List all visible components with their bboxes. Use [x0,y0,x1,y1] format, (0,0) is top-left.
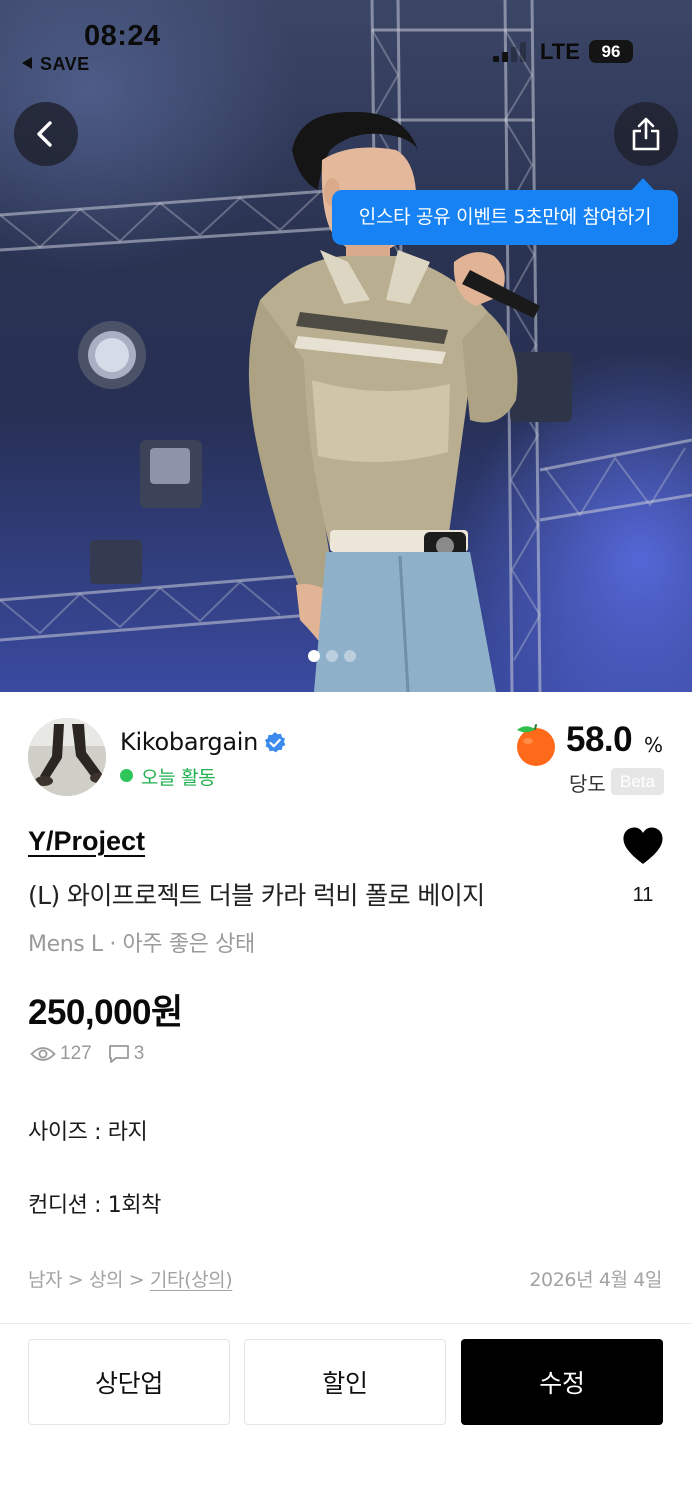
seller-name[interactable]: Kikobargain [120,728,258,756]
status-time: 08:24 [84,20,161,52]
pager-dot-active [308,650,320,662]
edit-button[interactable]: 수정 [461,1339,663,1425]
category-path: 남자 > 상의 > [28,1269,150,1291]
chat-count: 3 [133,1043,145,1064]
like-heart-icon[interactable] [621,826,665,866]
bump-to-top-button[interactable]: 상단업 [28,1339,230,1425]
back-triangle-icon [22,57,32,69]
category-breadcrumb: 남자 > 상의 > 기타(상의) [28,1265,233,1292]
activity-status-dot [120,769,133,782]
beta-badge: Beta [611,768,664,795]
sweetness-label: 당도 [569,772,606,796]
tangerine-icon [517,724,555,766]
pager-dot [326,650,338,662]
posted-date: 2026년 4월 4일 [529,1269,662,1291]
engagement-stats: 127 3 [30,1043,160,1065]
chevron-left-icon [37,121,52,147]
network-type: LTE [540,39,580,64]
image-pager-dots [308,650,356,662]
share-icon [632,117,660,151]
performer-graphic [248,111,540,692]
sweetness-unit: % [644,733,664,757]
pager-dot [344,650,356,662]
sweetness-value: 58.0 [566,720,633,759]
back-to-app-link[interactable]: SAVE [22,54,90,75]
battery-icon: 96 [589,40,633,63]
activity-status-text: 오늘 활동 [141,767,216,789]
product-size-condition: Mens L · 아주 좋은 상태 [28,932,255,957]
back-app-label: SAVE [40,54,90,74]
description-line: 컨디션 : 1회착 [28,1193,161,1218]
avatar-photo-graphic [28,718,106,796]
discount-button[interactable]: 할인 [244,1339,446,1425]
product-photo[interactable]: 08:24 SAVE LTE 96 인스타 공유 이벤트 5초만에 참여하기 [0,0,692,692]
description-line: 사이즈 : 라지 [28,1120,148,1145]
brand-link[interactable]: Y/Project [28,826,145,857]
product-price: 250,000원 [28,993,183,1032]
eye-icon [30,1047,56,1061]
signal-strength-icon [493,42,527,62]
chat-icon [108,1045,129,1063]
share-button[interactable] [614,102,678,166]
verified-badge-icon [264,732,286,753]
like-count: 11 [632,884,654,906]
back-button[interactable] [14,102,78,166]
divider [0,1323,692,1324]
category-leaf-link[interactable]: 기타(상의) [150,1269,233,1291]
view-count: 127 [60,1043,92,1064]
seller-avatar[interactable] [28,718,106,796]
product-title: (L) 와이프로젝트 더블 카라 럭비 폴로 베이지 [28,881,485,910]
share-event-tooltip[interactable]: 인스타 공유 이벤트 5초만에 참여하기 [332,190,678,245]
